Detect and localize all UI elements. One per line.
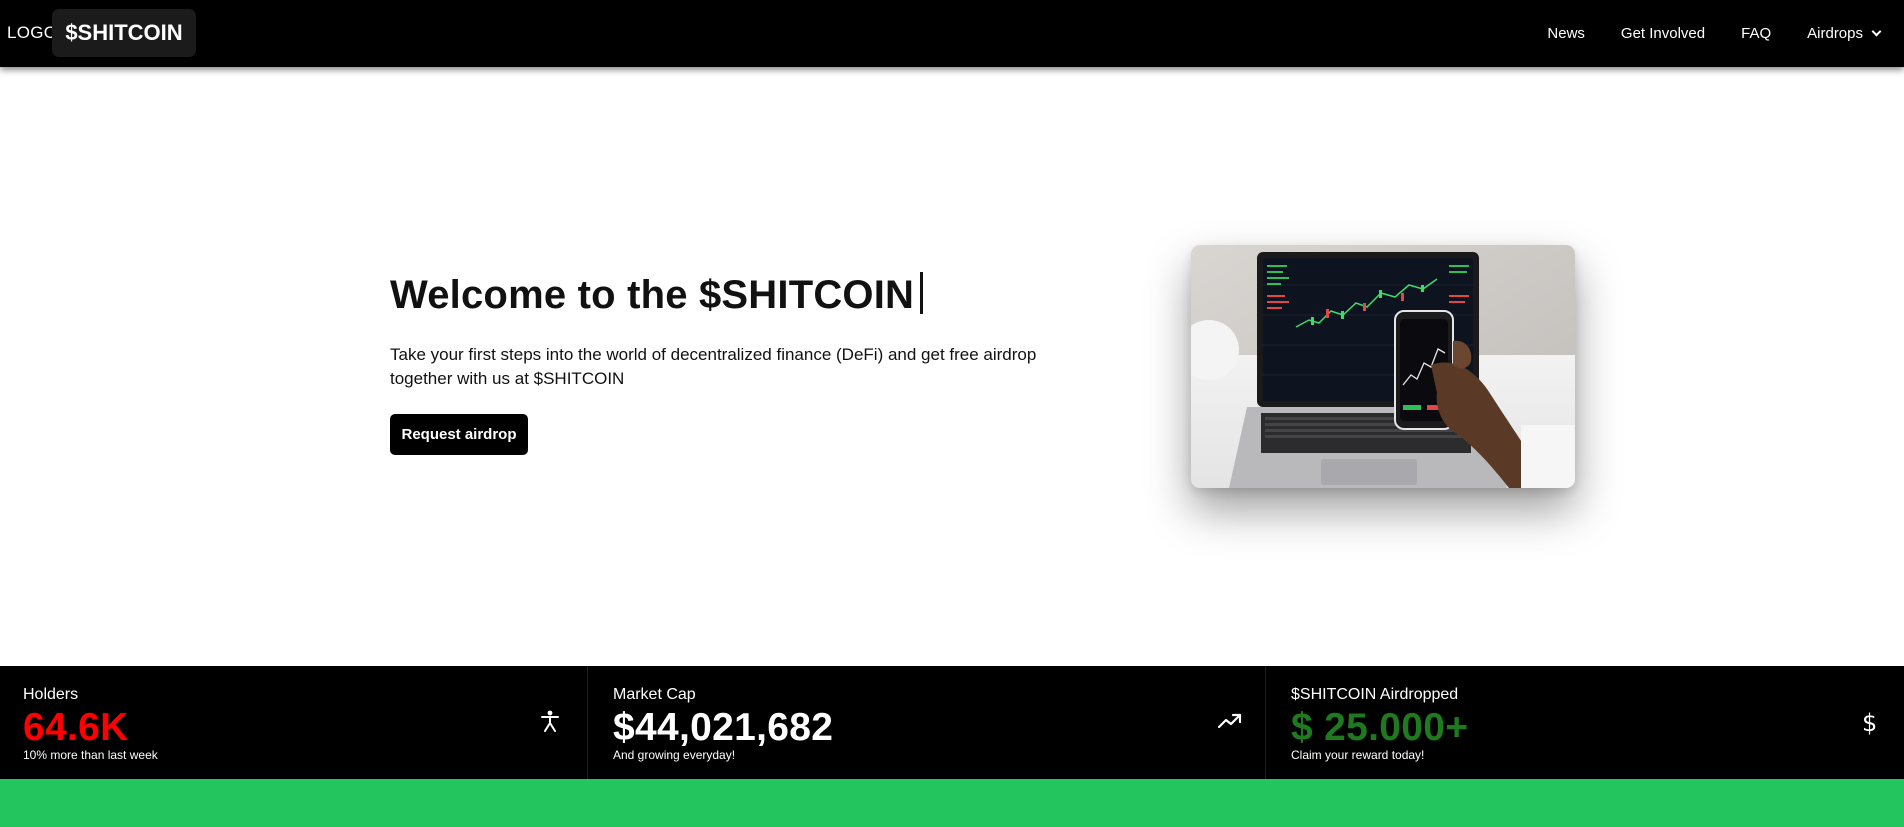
navbar: LOGO $SHITCOIN News Get Involved FAQ Air…: [0, 0, 1904, 67]
stat-airdropped: $SHITCOIN Airdropped $ 25.000+ Claim you…: [1266, 666, 1904, 779]
hero-title-text: Welcome to the $SHITCOIN: [390, 273, 915, 317]
nav-link-label: Get Involved: [1620, 25, 1706, 42]
nav-link-label: News: [1547, 25, 1585, 42]
request-airdrop-button[interactable]: Request airdrop: [390, 414, 528, 455]
stat-label: Holders: [23, 686, 79, 703]
stats-bar: Holders 64.6K 10% more than last week Ma…: [0, 666, 1904, 779]
stat-value: $44,021,682: [613, 706, 834, 749]
nav-dropdown-airdrops[interactable]: Airdrops: [1807, 25, 1882, 42]
stat-value: $ 25.000+: [1291, 706, 1469, 749]
stat-value: 64.6K: [23, 706, 129, 749]
nav-links: News Get Involved FAQ Airdrops: [1511, 0, 1882, 67]
person-icon: [540, 710, 560, 737]
nav-link-faq[interactable]: FAQ: [1741, 25, 1771, 42]
nav-link-label: FAQ: [1741, 25, 1772, 42]
hero-image: [1191, 245, 1575, 488]
brand-home-button[interactable]: $SHITCOIN: [52, 9, 196, 57]
hero-title: Welcome to the $SHITCOIN: [390, 272, 924, 318]
typing-caret: [920, 272, 924, 314]
nav-link-get-involved[interactable]: Get Involved: [1621, 25, 1705, 42]
logo-text[interactable]: LOGO: [7, 23, 57, 43]
stat-footnote: And growing everyday!: [613, 748, 736, 762]
stat-label: Market Cap: [613, 686, 696, 703]
green-section-band: [0, 779, 1904, 827]
chevron-down-icon: [1871, 26, 1882, 37]
stat-footnote: 10% more than last week: [23, 748, 158, 762]
stat-label: $SHITCOIN Airdropped: [1291, 686, 1459, 703]
stat-footnote: Claim your reward today!: [1291, 748, 1425, 762]
laptop-phone-trading-photo: [1191, 245, 1575, 488]
trending-up-icon: [1217, 712, 1242, 735]
nav-link-label: Airdrops: [1807, 25, 1863, 42]
stat-holders: Holders 64.6K 10% more than last week: [0, 666, 588, 779]
hero-subtitle: Take your first steps into the world of …: [390, 345, 1037, 388]
dollar-icon: $: [1862, 709, 1878, 737]
stat-market-cap: Market Cap $44,021,682 And growing every…: [588, 666, 1266, 779]
nav-link-news[interactable]: News: [1547, 25, 1585, 42]
